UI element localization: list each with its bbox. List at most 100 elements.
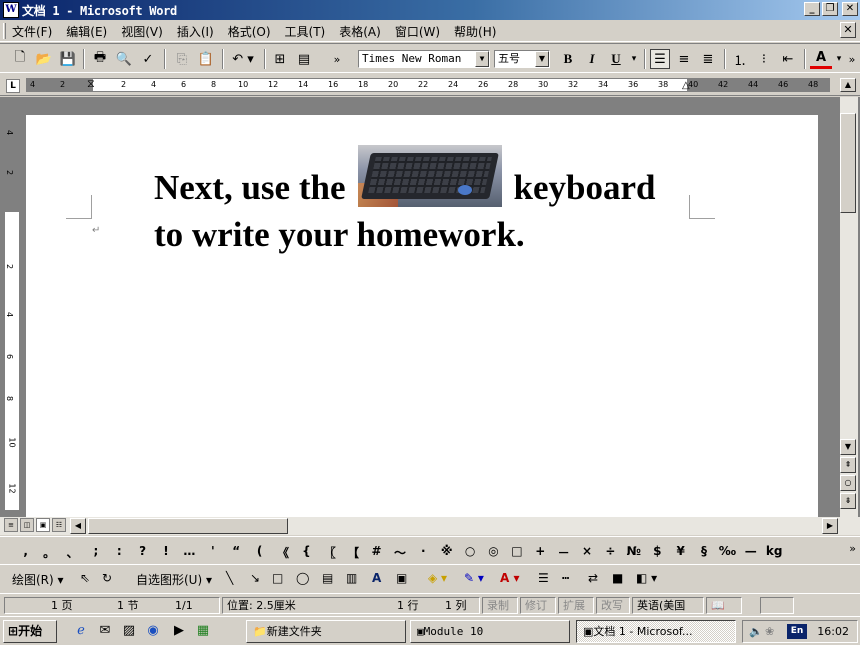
ruler-strip[interactable]: 4 2 2 4 6 8 10 12 14 16 18 20 22 24 26 2…: [26, 77, 830, 92]
print-icon[interactable]: 🖶: [90, 49, 110, 69]
symbol-button[interactable]: 《: [271, 544, 294, 561]
symbol-button[interactable]: ◎: [482, 544, 505, 561]
symbol-button[interactable]: “: [225, 544, 248, 561]
horizontal-ruler[interactable]: L 4 2 2 4 6 8 10 12 14 16 18 20 22 24 26…: [0, 74, 860, 96]
spelling-status-icon[interactable]: 📖: [706, 597, 742, 614]
symbol-button[interactable]: ÷: [599, 544, 622, 561]
symbol-overflow-chevron-icon[interactable]: »: [849, 542, 856, 555]
align-right-icon[interactable]: ≣: [698, 49, 718, 69]
start-button[interactable]: ⊞开始: [3, 620, 57, 643]
font-dropdown-arrow-icon[interactable]: ▼: [475, 51, 489, 67]
scroll-left-arrow-icon[interactable]: ◀: [70, 518, 86, 534]
decrease-indent-icon[interactable]: ⇤: [778, 49, 798, 69]
symbol-button[interactable]: －: [552, 544, 575, 561]
word-app-icon[interactable]: W: [3, 2, 19, 18]
task-word-document[interactable]: ▣文档 1 - Microsof...: [576, 620, 736, 643]
symbol-button[interactable]: {: [295, 544, 318, 561]
autoshapes-button[interactable]: 自选图形(U) ▾: [136, 571, 212, 588]
scroll-right-arrow-icon[interactable]: ▶: [822, 518, 838, 534]
symbol-button[interactable]: ○: [458, 544, 481, 561]
free-rotate-icon[interactable]: ↻: [102, 571, 112, 585]
symbol-button[interactable]: ‰: [716, 544, 739, 561]
volume-icon[interactable]: 🔈: [749, 621, 763, 642]
normal-view-icon[interactable]: ≡: [4, 518, 18, 532]
web-view-icon[interactable]: ◫: [20, 518, 34, 532]
symbol-button[interactable]: □: [505, 544, 528, 561]
symbol-button[interactable]: kg: [763, 544, 786, 561]
scroll-down-arrow-icon[interactable]: ▼: [840, 439, 856, 455]
toolbar-overflow-chevron-icon[interactable]: »: [330, 49, 344, 69]
draw-menu-button[interactable]: 绘图(R) ▾: [12, 571, 64, 588]
dash-style-icon[interactable]: ┅: [562, 571, 569, 585]
open-folder-icon[interactable]: 📂: [34, 49, 54, 69]
menu-file[interactable]: 文件(F): [12, 23, 52, 40]
horizontal-scroll-thumb[interactable]: [88, 518, 288, 534]
menu-table[interactable]: 表格(A): [339, 23, 381, 40]
next-page-icon[interactable]: ⇟: [840, 493, 856, 509]
bold-button[interactable]: B: [558, 49, 578, 69]
symbol-button[interactable]: …: [178, 544, 201, 561]
task-new-folder[interactable]: 📁新建文件夹: [246, 620, 406, 643]
tab-stop-selector[interactable]: L: [6, 79, 20, 93]
menu-insert[interactable]: 插入(I): [177, 23, 214, 40]
clock[interactable]: 16:02: [817, 621, 849, 642]
line-color-icon[interactable]: ✎ ▾: [464, 571, 484, 585]
insert-table-icon[interactable]: ⊞: [270, 49, 290, 69]
symbol-button[interactable]: ×: [575, 544, 598, 561]
align-center-icon[interactable]: ≡: [674, 49, 694, 69]
status-extend[interactable]: 扩展: [558, 597, 594, 614]
text-box-icon[interactable]: ▤: [322, 571, 333, 585]
clip-art-icon[interactable]: ▣: [396, 571, 407, 585]
numbered-list-icon[interactable]: ⒈: [730, 49, 750, 69]
bulleted-list-icon[interactable]: ⁝: [754, 49, 774, 69]
menu-view[interactable]: 视图(V): [121, 23, 163, 40]
previous-page-icon[interactable]: ⇞: [840, 457, 856, 473]
underline-button[interactable]: U: [606, 49, 626, 69]
shadow-icon[interactable]: ■: [612, 571, 623, 585]
menu-help[interactable]: 帮助(H): [454, 23, 496, 40]
keyboard-photo-image[interactable]: [357, 145, 502, 207]
save-icon[interactable]: 💾: [58, 49, 78, 69]
menu-window[interactable]: 窗口(W): [395, 23, 440, 40]
select-browse-object-icon[interactable]: ○: [840, 475, 856, 491]
symbol-button[interactable]: #: [365, 544, 388, 561]
symbol-button[interactable]: 、: [61, 544, 84, 561]
symbol-button[interactable]: ※: [435, 544, 458, 561]
symbol-button[interactable]: ¥: [669, 544, 692, 561]
3d-icon[interactable]: ◧ ▾: [636, 571, 657, 585]
font-color-button[interactable]: A: [810, 49, 832, 69]
menu-format[interactable]: 格式(O): [228, 23, 271, 40]
status-rec[interactable]: 录制: [482, 597, 518, 614]
fill-color-icon[interactable]: ◈ ▾: [428, 571, 447, 585]
symbol-button[interactable]: :: [108, 544, 131, 561]
ie-icon[interactable]: ℯ: [72, 622, 90, 640]
minimize-button[interactable]: _: [804, 2, 820, 16]
status-language[interactable]: 英语(美国: [632, 597, 704, 614]
scroll-up-arrow-icon[interactable]: ▲: [840, 78, 856, 92]
columns-icon[interactable]: ▤: [294, 49, 314, 69]
draw-font-color-icon[interactable]: A ▾: [500, 571, 520, 585]
select-objects-icon[interactable]: ⇖: [80, 571, 90, 585]
oval-tool-icon[interactable]: ◯: [296, 571, 309, 585]
symbol-button[interactable]: 【: [341, 544, 364, 561]
close-document-button[interactable]: ✕: [840, 22, 856, 38]
copy-icon[interactable]: ⎘: [172, 49, 192, 69]
horizontal-scrollbar[interactable]: ≡ ◫ ▣ ☷ ◀ ▶: [0, 517, 860, 535]
paste-icon[interactable]: 📋: [196, 49, 216, 69]
show-desktop-icon[interactable]: ▨: [120, 622, 138, 640]
line-tool-icon[interactable]: ╲: [226, 571, 233, 585]
symbol-button[interactable]: —: [739, 544, 762, 561]
status-overtype[interactable]: 改写: [596, 597, 630, 614]
size-dropdown-arrow-icon[interactable]: ▼: [535, 51, 549, 67]
arrow-style-icon[interactable]: ⇄: [588, 571, 598, 585]
menu-grip[interactable]: [3, 23, 6, 39]
symbol-button[interactable]: №: [622, 544, 645, 561]
page-view-icon[interactable]: ▣: [36, 518, 50, 532]
vertical-scroll-thumb[interactable]: [840, 113, 856, 213]
vertical-text-box-icon[interactable]: ▥: [346, 571, 357, 585]
channel-icon[interactable]: ◉: [144, 622, 162, 640]
close-window-button[interactable]: ✕: [842, 2, 858, 16]
vertical-scrollbar[interactable]: ▼ ⇞ ○ ⇟: [840, 97, 858, 517]
arrow-tool-icon[interactable]: ↘: [250, 571, 260, 585]
symbol-button[interactable]: ,: [14, 544, 37, 561]
